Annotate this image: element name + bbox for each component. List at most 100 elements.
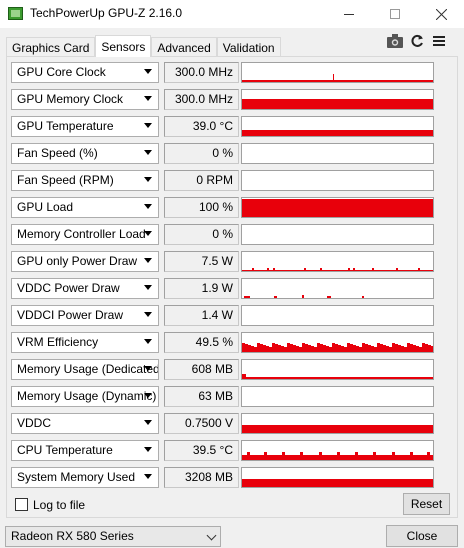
sensor-value: 1.9 W [164,278,239,299]
minimize-icon [344,13,354,15]
sensor-graph [241,440,434,461]
dropdown-arrow-icon[interactable] [144,123,152,128]
graph-bar [260,344,263,352]
sensor-graph [241,413,434,434]
reset-button[interactable]: Reset [403,493,450,515]
tab-advanced[interactable]: Advanced [151,37,217,57]
graph-bar [242,80,433,82]
graph-bar [419,347,422,352]
dropdown-arrow-icon[interactable] [144,69,152,74]
sensor-name-dropdown[interactable]: GPU only Power Draw [11,251,159,272]
graph-bar [337,452,340,455]
graph-bar [242,425,433,433]
graph-bar [296,346,299,352]
graph-bar [410,452,413,455]
dropdown-arrow-icon[interactable] [144,258,152,263]
graph-bar [333,74,334,82]
sensor-graph-plot [242,479,433,487]
dropdown-arrow-icon[interactable] [144,204,152,209]
sensor-row: GPU only Power Draw 7.5 W [11,251,437,272]
tab-sensors[interactable]: Sensors [95,35,152,57]
close-icon [435,8,447,20]
log-to-file-label[interactable]: Log to file [33,498,85,512]
chevron-down-icon [206,530,217,541]
sensor-value: 63 MB [164,386,239,407]
graph-bar [267,268,269,271]
graph-bar [386,346,389,352]
sensor-graph-plot [242,374,433,379]
dropdown-arrow-icon[interactable] [144,339,152,344]
gpu-select-dropdown[interactable]: Radeon RX 580 Series [5,526,221,547]
graph-bar [319,452,322,455]
sensor-name-dropdown[interactable]: Fan Speed (%) [11,143,159,164]
dropdown-arrow-icon[interactable] [144,420,152,425]
sensor-value: 39.0 °C [164,116,239,137]
sensor-graph-plot [242,130,433,136]
graph-bar [320,344,323,352]
graph-bar [242,270,433,271]
graph-bar [242,130,433,136]
dropdown-arrow-icon[interactable] [144,177,152,182]
menu-icon[interactable] [431,33,447,49]
dropdown-arrow-icon[interactable] [144,366,152,371]
sensor-name-dropdown[interactable]: VRM Efficiency [11,332,159,353]
graph-bar [317,343,320,352]
dropdown-arrow-icon[interactable] [144,312,152,317]
sensor-name-dropdown[interactable]: System Memory Used [11,467,159,488]
graph-bar [396,268,398,271]
dropdown-arrow-icon[interactable] [144,393,152,398]
sensor-row: VDDC Power Draw 1.9 W [11,278,437,299]
graph-bar [284,347,287,352]
sensor-name-dropdown[interactable]: Memory Usage (Dynamic) [11,386,159,407]
sensor-name-dropdown[interactable]: VDDCI Power Draw [11,305,159,326]
sensor-name-dropdown[interactable]: Memory Controller Load [11,224,159,245]
maximize-button[interactable] [372,0,418,28]
camera-icon[interactable] [387,33,403,49]
graph-bar [389,347,392,352]
graph-bar [416,346,419,352]
refresh-icon[interactable] [409,33,425,49]
graph-bar [395,344,398,352]
sensor-name-dropdown[interactable]: VDDC Power Draw [11,278,159,299]
window-title: TechPowerUp GPU-Z 2.16.0 [30,6,183,20]
graph-bar [242,343,245,352]
sensor-name-dropdown[interactable]: Memory Usage (Dedicated) [11,359,159,380]
sensor-name-dropdown[interactable]: GPU Memory Clock [11,89,159,110]
dropdown-arrow-icon[interactable] [144,231,152,236]
graph-bar [300,452,303,455]
tab-validation[interactable]: Validation [216,37,281,57]
dropdown-arrow-icon[interactable] [144,150,152,155]
sensor-name-dropdown[interactable]: Fan Speed (RPM) [11,170,159,191]
sensor-row: VRM Efficiency 49.5 % [11,332,437,353]
sensor-row: Memory Usage (Dedicated) 608 MB [11,359,437,380]
title-bar: TechPowerUp GPU-Z 2.16.0 [0,0,464,28]
dropdown-arrow-icon[interactable] [144,447,152,452]
graph-bar [377,343,380,352]
sensor-name-dropdown[interactable]: GPU Temperature [11,116,159,137]
sensor-name-dropdown[interactable]: GPU Load [11,197,159,218]
dropdown-arrow-icon[interactable] [144,474,152,479]
dropdown-arrow-icon[interactable] [144,96,152,101]
dropdown-arrow-icon[interactable] [144,285,152,290]
sensor-name-dropdown[interactable]: VDDC [11,413,159,434]
sensor-row: Fan Speed (%) 0 % [11,143,437,164]
graph-bar [242,377,433,379]
graph-bar [269,347,272,352]
tab-graphics-card[interactable]: Graphics Card [6,37,96,57]
sensor-value: 0 % [164,224,239,245]
close-window-button[interactable] [418,0,464,28]
sensor-graph [241,467,434,488]
close-button[interactable]: Close [386,525,458,547]
log-to-file-checkbox[interactable] [15,498,28,511]
sensor-row: VDDCI Power Draw 1.4 W [11,305,437,326]
minimize-button[interactable] [326,0,372,28]
graph-bar [371,346,374,352]
sensor-row: GPU Temperature 39.0 °C [11,116,437,137]
graph-bar [392,343,395,352]
sensor-row: GPU Memory Clock 300.0 MHz [11,89,437,110]
sensor-graph-plot [242,452,433,460]
graph-bar [372,268,374,271]
sensor-name-dropdown[interactable]: CPU Temperature [11,440,159,461]
sensor-name-dropdown[interactable]: GPU Core Clock [11,62,159,83]
graph-bar [353,268,355,271]
